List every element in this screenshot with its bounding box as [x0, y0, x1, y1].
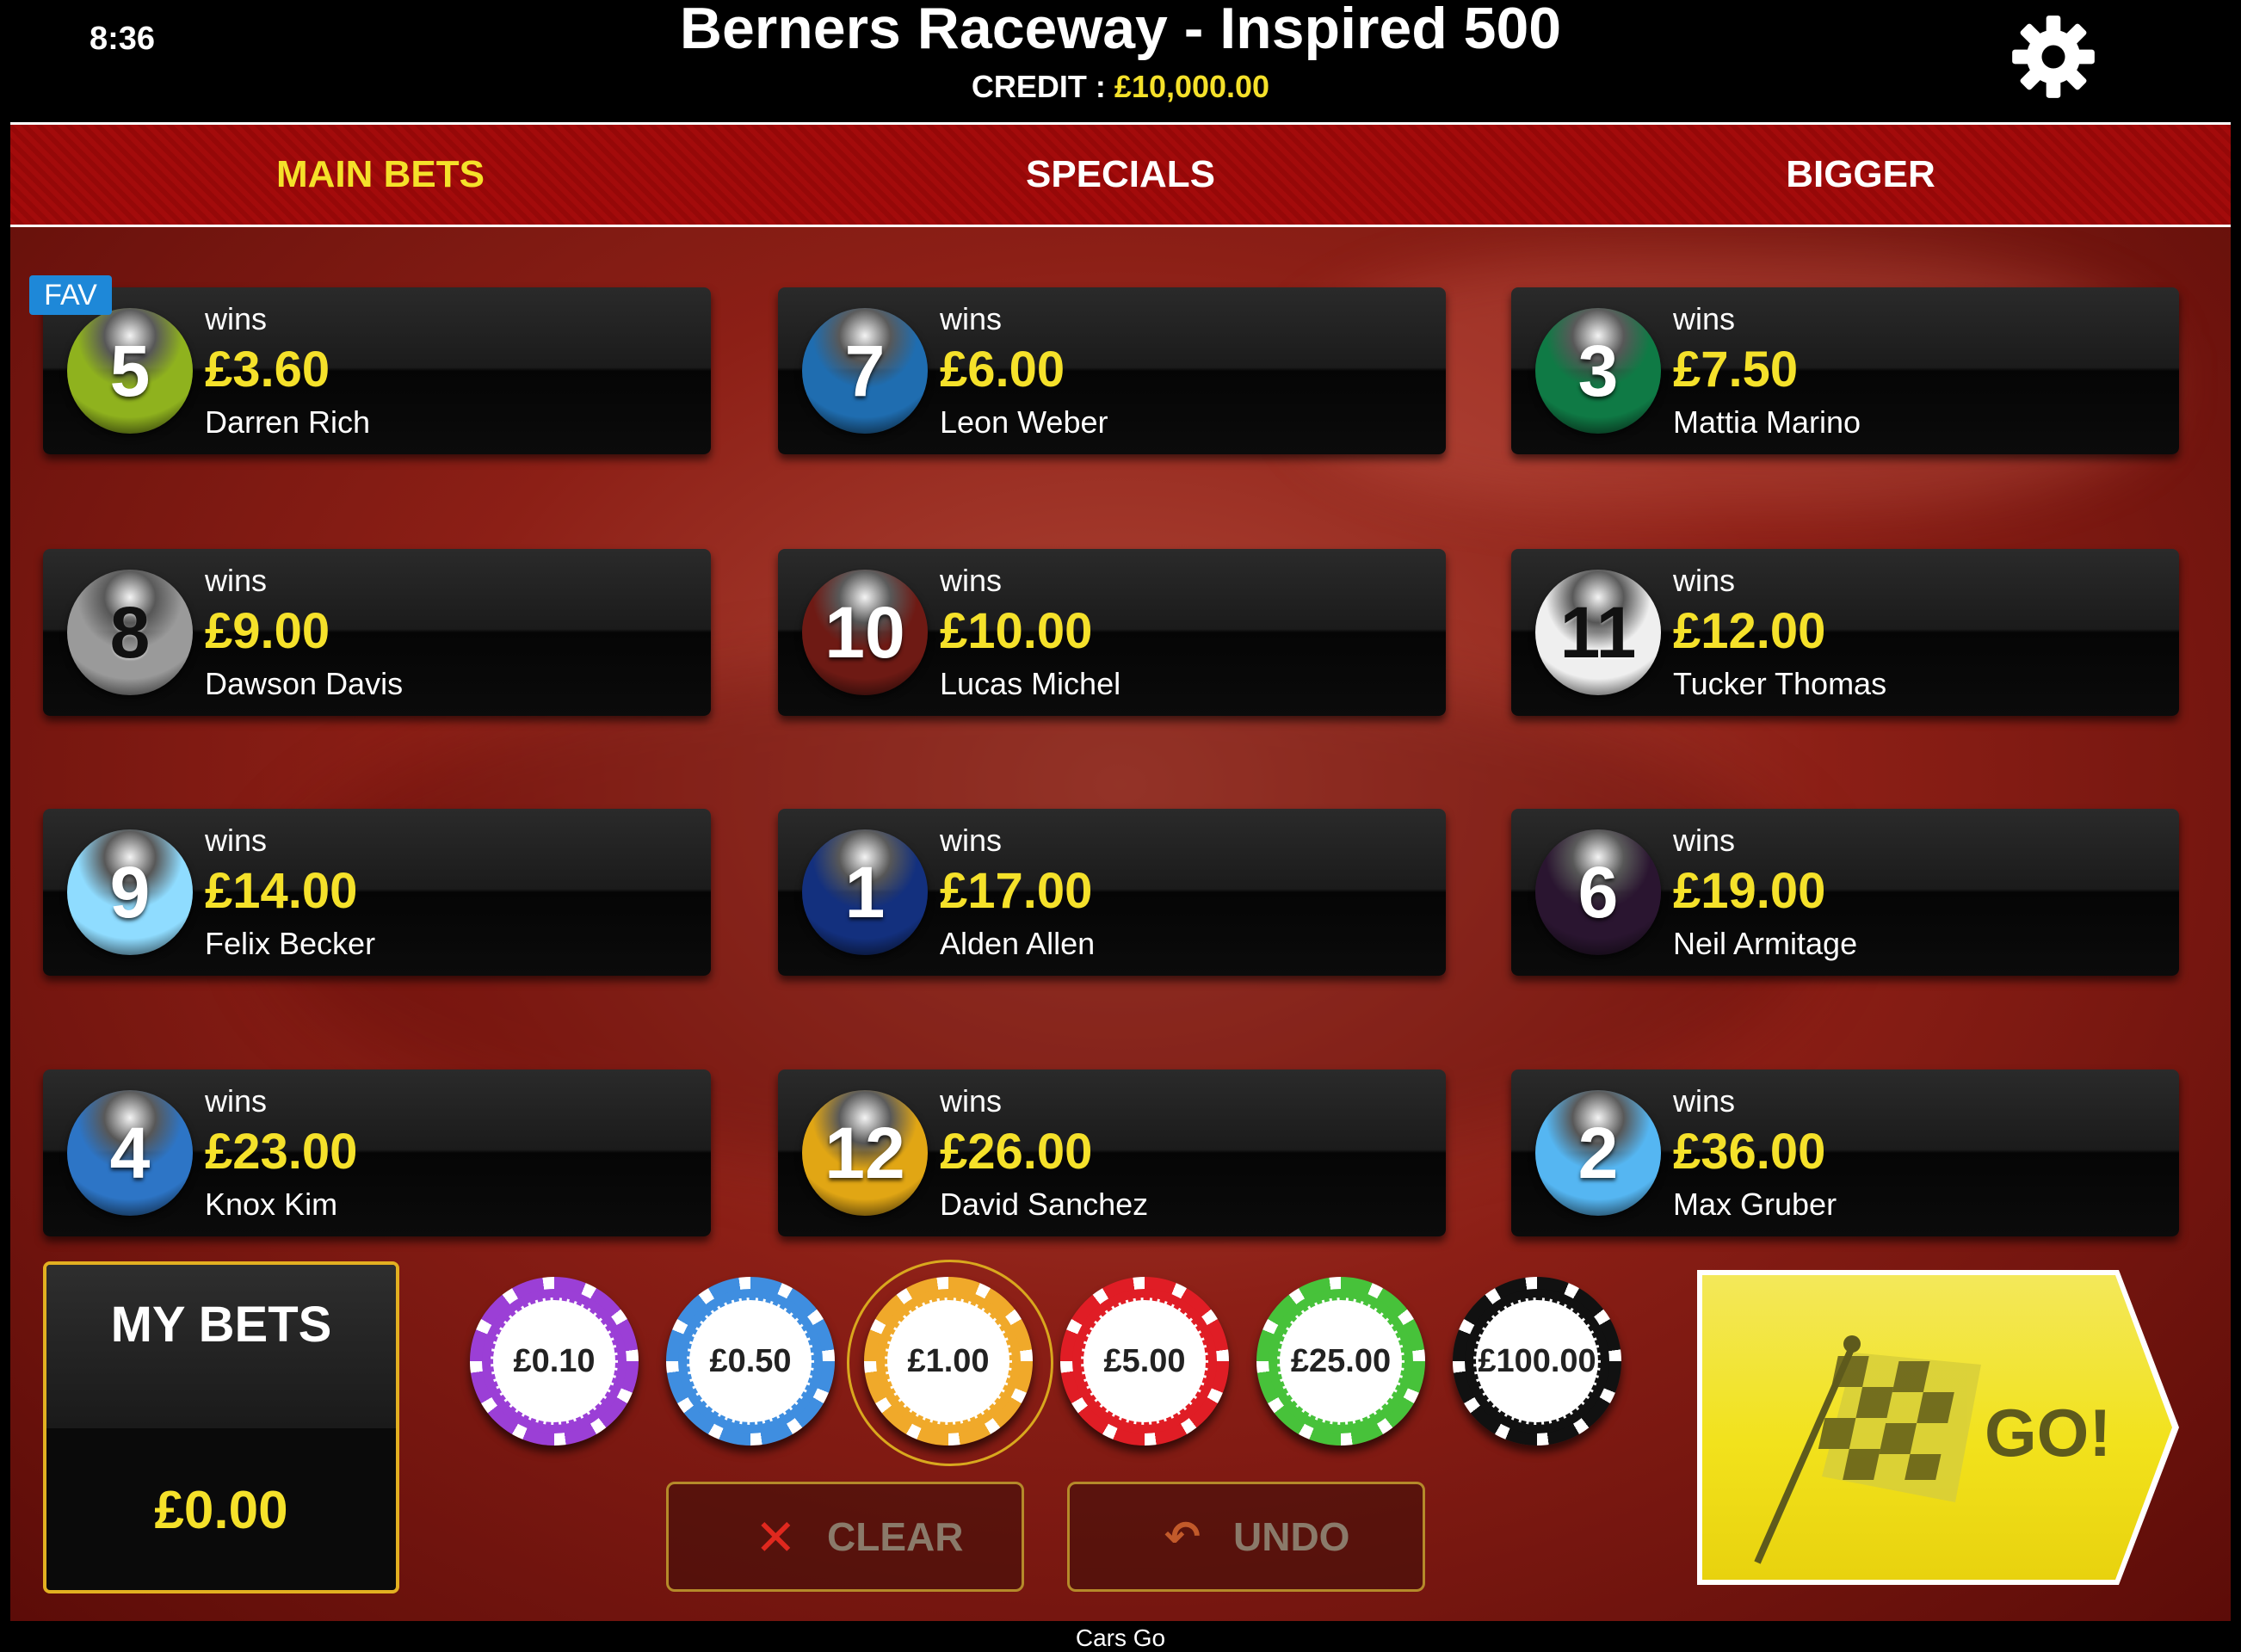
runner-number-ball: 8 [67, 570, 193, 695]
wins-label: wins [205, 823, 268, 858]
runner-number-ball: 1 [802, 829, 928, 955]
bet-price: £19.00 [1673, 863, 1826, 919]
runner-name: Leon Weber [940, 404, 1108, 440]
bet-card[interactable]: 2 wins £36.00 Max Gruber [1511, 1069, 2179, 1236]
chip-2500[interactable]: £25.00 [1256, 1277, 1425, 1446]
wins-label: wins [1673, 823, 1736, 858]
bet-card[interactable]: 1 wins £17.00 Alden Allen [778, 809, 1446, 976]
runner-name: Darren Rich [205, 404, 371, 440]
bet-price: £6.00 [940, 342, 1065, 398]
credit-label: CREDIT : [971, 69, 1106, 104]
wins-label: wins [205, 1083, 268, 1119]
chip-100[interactable]: £1.00 [864, 1277, 1033, 1446]
bet-card[interactable]: 12 wins £26.00 David Sanchez [778, 1069, 1446, 1236]
footer-caption: Cars Go [0, 1624, 2241, 1652]
chip-value: £1.00 [885, 1298, 1012, 1425]
tab-main-bets[interactable]: MAIN BETS [10, 125, 750, 225]
runner-number-ball: 10 [802, 570, 928, 695]
runner-name: Max Gruber [1673, 1187, 1837, 1222]
chip-050[interactable]: £0.50 [666, 1277, 835, 1446]
runner-number-ball: 6 [1535, 829, 1661, 955]
bet-price: £17.00 [940, 863, 1093, 919]
runner-number-ball: 9 [67, 829, 193, 955]
runner-name: Lucas Michel [940, 666, 1121, 701]
wins-label: wins [940, 823, 1003, 858]
tab-specials[interactable]: SPECIALS [750, 125, 1491, 225]
credit-display: CREDIT : £10,000.00 [10, 69, 2231, 105]
wins-label: wins [940, 301, 1003, 336]
gear-icon[interactable] [2009, 12, 2098, 102]
bet-price: £14.00 [205, 863, 358, 919]
my-bets-panel[interactable]: MY BETS £0.00 [43, 1261, 399, 1593]
clear-label: CLEAR [827, 1514, 964, 1559]
bet-price: £3.60 [205, 342, 330, 398]
runner-number-ball: 12 [802, 1090, 928, 1216]
chip-value: £0.10 [491, 1298, 618, 1425]
bet-card[interactable]: 3 wins £7.50 Mattia Marino [1511, 287, 2179, 454]
bet-card[interactable]: 9 wins £14.00 Felix Becker [43, 809, 711, 976]
undo-label: UNDO [1233, 1514, 1350, 1559]
tab-bigger[interactable]: BIGGER [1491, 125, 2231, 225]
undo-icon: ↶ [1164, 1513, 1201, 1561]
runner-number-ball: 5 [67, 308, 193, 434]
go-label: GO! [1985, 1395, 2112, 1470]
chip-010[interactable]: £0.10 [470, 1277, 639, 1446]
bet-price: £10.00 [940, 603, 1093, 659]
bet-card[interactable]: 4 wins £23.00 Knox Kim [43, 1069, 711, 1236]
close-icon: ✕ [755, 1510, 797, 1566]
runner-name: Tucker Thomas [1673, 666, 1887, 701]
bet-price: £12.00 [1673, 603, 1826, 659]
chip-10000[interactable]: £100.00 [1453, 1277, 1621, 1446]
bet-price: £7.50 [1673, 342, 1799, 398]
runner-name: Mattia Marino [1673, 404, 1861, 440]
runner-number-ball: 2 [1535, 1090, 1661, 1216]
runner-name: Dawson Davis [205, 666, 404, 701]
runner-name: Felix Becker [205, 926, 376, 961]
runner-name: David Sanchez [940, 1187, 1149, 1222]
chip-value: £0.50 [687, 1298, 814, 1425]
runner-name: Alden Allen [940, 926, 1096, 961]
bet-card[interactable]: 7 wins £6.00 Leon Weber [778, 287, 1446, 454]
clear-button[interactable]: ✕ CLEAR [666, 1482, 1024, 1592]
wins-label: wins [1673, 1083, 1736, 1119]
bet-price: £23.00 [205, 1124, 358, 1180]
wins-label: wins [205, 301, 268, 336]
chip-500[interactable]: £5.00 [1060, 1277, 1229, 1446]
wins-label: wins [1673, 563, 1736, 598]
credit-value: £10,000.00 [1114, 69, 1270, 104]
bet-card[interactable]: 8 wins £9.00 Dawson Davis [43, 549, 711, 716]
race-title: Berners Raceway - Inspired 500 [679, 0, 1562, 61]
runner-number-ball: 3 [1535, 308, 1661, 434]
bet-tabs: MAIN BETS SPECIALS BIGGER [10, 122, 2231, 227]
runner-name: Knox Kim [205, 1187, 338, 1222]
runner-number-ball: 7 [802, 308, 928, 434]
chip-value: £5.00 [1081, 1298, 1208, 1425]
runner-number-ball: 4 [67, 1090, 193, 1216]
wins-label: wins [940, 1083, 1003, 1119]
chip-value: £100.00 [1473, 1298, 1601, 1425]
runner-number-ball: 11 [1535, 570, 1661, 695]
wins-label: wins [940, 563, 1003, 598]
my-bets-amount: £0.00 [154, 1481, 288, 1540]
bet-card[interactable]: 11 wins £12.00 Tucker Thomas [1511, 549, 2179, 716]
bet-price: £26.00 [940, 1124, 1093, 1180]
runner-name: Neil Armitage [1673, 926, 1858, 961]
favourite-badge: FAV [29, 275, 112, 315]
bet-card[interactable]: 5 wins £3.60 Darren Rich [43, 287, 711, 454]
wins-label: wins [1673, 301, 1736, 336]
bet-price: £9.00 [205, 603, 330, 659]
bet-card[interactable]: 6 wins £19.00 Neil Armitage [1511, 809, 2179, 976]
bet-price: £36.00 [1673, 1124, 1826, 1180]
bet-card[interactable]: 10 wins £10.00 Lucas Michel [778, 549, 1446, 716]
undo-button[interactable]: ↶ UNDO [1067, 1482, 1425, 1592]
chip-value: £25.00 [1277, 1298, 1404, 1425]
wins-label: wins [205, 563, 268, 598]
my-bets-label: MY BETS [110, 1297, 332, 1353]
header: 8:36 Berners Raceway - Inspired 500 CRED… [10, 0, 2231, 120]
